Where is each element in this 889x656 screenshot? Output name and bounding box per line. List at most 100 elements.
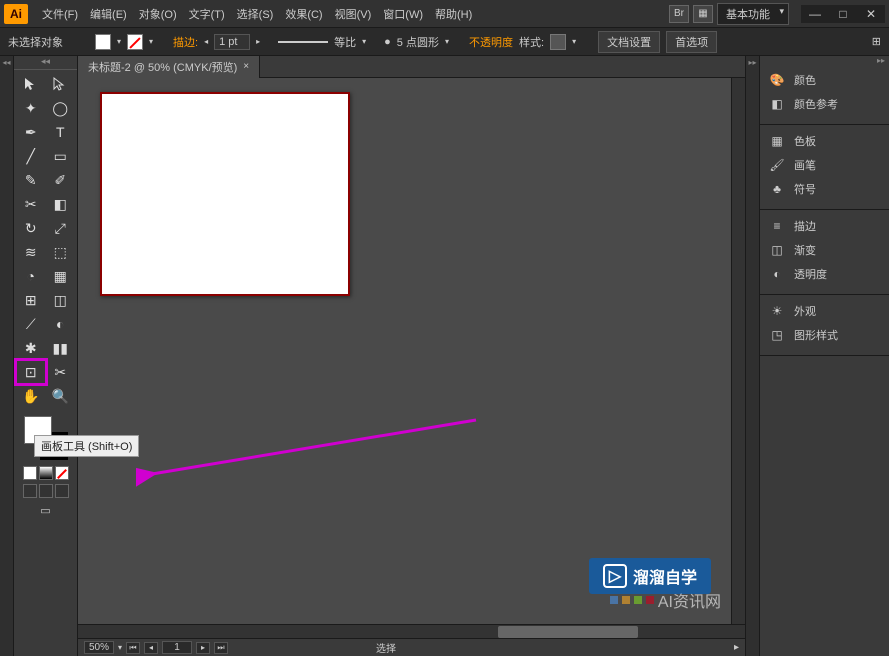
panel-appearance[interactable]: ☀ 外观 xyxy=(760,299,889,323)
line-tool[interactable]: ╱ xyxy=(16,144,46,168)
eraser-tool[interactable]: ◧ xyxy=(46,192,76,216)
gradient-tool[interactable]: ◫ xyxy=(46,288,76,312)
color-mode-icon[interactable] xyxy=(23,466,37,480)
symbol-sprayer-tool[interactable]: ✱ xyxy=(16,336,46,360)
free-transform-tool[interactable]: ⬚ xyxy=(46,240,76,264)
stroke-width-input[interactable] xyxy=(214,34,250,50)
last-artboard-button[interactable]: ⏭ xyxy=(214,642,228,654)
screen-mode-icon[interactable]: ▭ xyxy=(40,505,50,517)
blend-tool[interactable]: ◐ xyxy=(46,312,76,336)
lasso-tool[interactable]: ◯ xyxy=(46,96,76,120)
profile-dropdown-icon[interactable]: ▾ xyxy=(362,37,366,46)
zoom-dropdown-icon[interactable]: ▾ xyxy=(118,643,122,652)
tools-panel-header[interactable]: ◂◂ xyxy=(14,56,77,70)
opacity-label[interactable]: 不透明度 xyxy=(469,34,513,50)
none-mode-icon[interactable] xyxy=(55,466,69,480)
preferences-button[interactable]: 首选项 xyxy=(666,31,717,53)
tab-close-icon[interactable]: × xyxy=(243,61,249,72)
workspace-switcher[interactable]: 基本功能 xyxy=(717,3,789,25)
fill-dropdown-icon[interactable]: ▾ xyxy=(117,37,121,46)
menu-effect[interactable]: 效果(C) xyxy=(279,6,328,22)
app-logo: Ai xyxy=(4,4,28,24)
zoom-tool[interactable]: 🔍 xyxy=(46,384,76,408)
panel-gradient[interactable]: ◫ 渐变 xyxy=(760,238,889,262)
artboard-tool[interactable]: ⊡ xyxy=(16,360,46,384)
magic-wand-tool[interactable]: ✦ xyxy=(16,96,46,120)
stroke-dropdown-icon[interactable]: ▾ xyxy=(149,37,153,46)
artboard[interactable] xyxy=(100,92,350,296)
gradient-mode-icon[interactable] xyxy=(39,466,53,480)
menu-type[interactable]: 文字(T) xyxy=(183,6,231,22)
minimize-button[interactable]: — xyxy=(801,5,829,23)
blob-brush-tool[interactable]: ✂ xyxy=(16,192,46,216)
panel-label: 颜色参考 xyxy=(794,96,838,112)
menu-help[interactable]: 帮助(H) xyxy=(429,6,478,22)
pencil-tool[interactable]: ✐ xyxy=(46,168,76,192)
close-button[interactable]: ✕ xyxy=(857,5,885,23)
vertical-scrollbar[interactable] xyxy=(731,78,745,624)
menu-view[interactable]: 视图(V) xyxy=(329,6,378,22)
panel-label: 透明度 xyxy=(794,266,827,282)
paintbrush-tool[interactable]: ✎ xyxy=(16,168,46,192)
style-dropdown-icon[interactable]: ▾ xyxy=(572,37,576,46)
slice-tool[interactable]: ✂ xyxy=(46,360,76,384)
menu-select[interactable]: 选择(S) xyxy=(231,6,280,22)
hand-tool[interactable]: ✋ xyxy=(16,384,46,408)
horizontal-scrollbar[interactable] xyxy=(78,624,745,638)
panel-label: 渐变 xyxy=(794,242,816,258)
document-tab[interactable]: 未标题-2 @ 50% (CMYK/预览) × xyxy=(78,56,260,78)
stroke-label[interactable]: 描边: xyxy=(173,34,198,50)
panel-color-guide[interactable]: ◧ 颜色参考 xyxy=(760,92,889,116)
draw-behind-icon[interactable] xyxy=(39,484,53,498)
zoom-field[interactable]: 50% xyxy=(84,641,114,654)
panel-color[interactable]: 🎨 颜色 xyxy=(760,68,889,92)
style-swatch[interactable] xyxy=(550,34,566,50)
brush-dropdown-icon[interactable]: ▾ xyxy=(445,37,449,46)
panel-symbols[interactable]: ♣ 符号 xyxy=(760,177,889,201)
next-artboard-button[interactable]: ▸ xyxy=(196,642,210,654)
scale-tool[interactable]: ⤢ xyxy=(46,216,76,240)
stroke-width-stepper-up[interactable]: ▸ xyxy=(256,37,260,46)
arrange-icon[interactable]: ▦ xyxy=(693,5,713,23)
panel-transparency[interactable]: ◐ 透明度 xyxy=(760,262,889,286)
stroke-swatch[interactable] xyxy=(127,34,143,50)
perspective-grid-tool[interactable]: ▦ xyxy=(46,264,76,288)
type-tool[interactable]: T xyxy=(46,120,76,144)
eyedropper-tool[interactable]: ⟋ xyxy=(16,312,46,336)
canvas[interactable]: ▷ 溜溜自学 AI资讯网 xyxy=(78,78,731,624)
panel-graphic-styles[interactable]: ◳ 图形样式 xyxy=(760,323,889,347)
status-menu-icon[interactable]: ▸ xyxy=(734,642,739,653)
menu-window[interactable]: 窗口(W) xyxy=(377,6,429,22)
panel-brushes[interactable]: 🖌 画笔 xyxy=(760,153,889,177)
tools-collapse-rail[interactable]: ◂◂ xyxy=(0,56,14,656)
bridge-icon[interactable]: Br xyxy=(669,5,689,23)
width-tool[interactable]: ≋ xyxy=(16,240,46,264)
artboard-number-field[interactable]: 1 xyxy=(162,641,192,654)
draw-inside-icon[interactable] xyxy=(55,484,69,498)
panel-swatches[interactable]: ▦ 色板 xyxy=(760,129,889,153)
stroke-width-stepper-down[interactable]: ◂ xyxy=(204,37,208,46)
draw-normal-icon[interactable] xyxy=(23,484,37,498)
mesh-tool[interactable]: ⊞ xyxy=(16,288,46,312)
stroke-profile[interactable] xyxy=(278,41,328,43)
rectangle-tool[interactable]: ▭ xyxy=(46,144,76,168)
shape-builder-tool[interactable]: ◔ xyxy=(16,264,46,288)
control-bar-menu-icon[interactable]: ⊞ xyxy=(872,35,881,48)
menu-edit[interactable]: 编辑(E) xyxy=(84,6,133,22)
panels-header[interactable]: ▸▸ xyxy=(760,56,889,68)
panels-collapse-rail[interactable]: ▸▸ xyxy=(745,56,759,656)
rotate-tool[interactable]: ↻ xyxy=(16,216,46,240)
document-setup-button[interactable]: 文档设置 xyxy=(598,31,660,53)
fill-swatch[interactable] xyxy=(95,34,111,50)
first-artboard-button[interactable]: ⏮ xyxy=(126,642,140,654)
panel-stroke[interactable]: ≡ 描边 xyxy=(760,214,889,238)
column-graph-tool[interactable]: ▮▮ xyxy=(46,336,76,360)
menu-file[interactable]: 文件(F) xyxy=(36,6,84,22)
pen-tool[interactable]: ✒ xyxy=(16,120,46,144)
selection-tool[interactable] xyxy=(16,72,46,96)
menu-object[interactable]: 对象(O) xyxy=(133,6,183,22)
document-tab-bar: 未标题-2 @ 50% (CMYK/预览) × xyxy=(78,56,745,78)
direct-selection-tool[interactable] xyxy=(46,72,76,96)
prev-artboard-button[interactable]: ◂ xyxy=(144,642,158,654)
maximize-button[interactable]: □ xyxy=(829,5,857,23)
